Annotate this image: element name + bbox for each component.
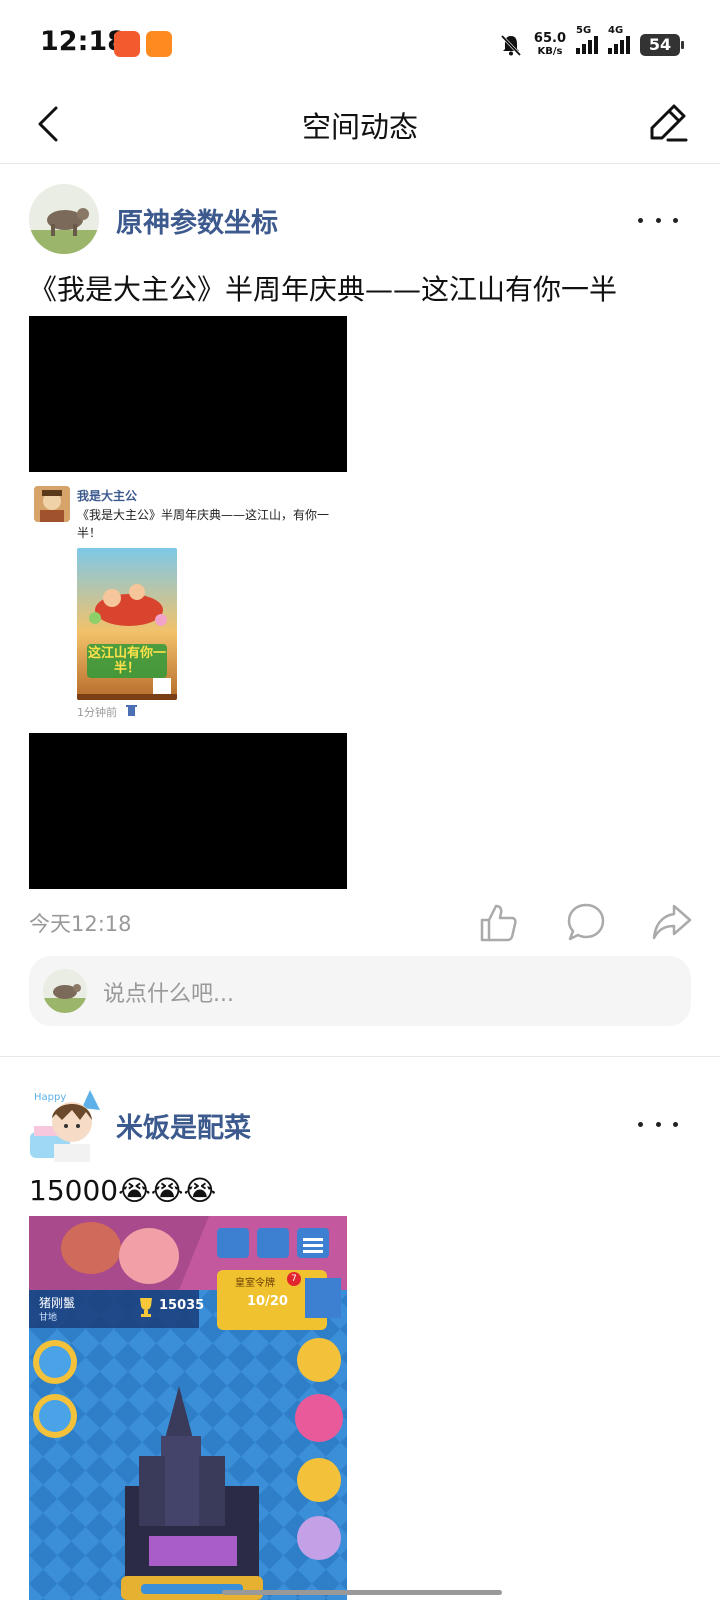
pencil-icon: [650, 104, 688, 142]
post-image-redacted[interactable]: [29, 733, 347, 889]
share-button[interactable]: [650, 900, 694, 944]
post-meta-row: 今天12:18: [0, 900, 720, 946]
comment-button[interactable]: [564, 900, 608, 944]
signal-4g-icon: 4G: [608, 25, 630, 54]
battery-indicator: 54: [640, 34, 684, 56]
network-speed: 65.0 KB/s: [533, 31, 566, 57]
post-divider: [0, 1056, 720, 1057]
dot-icon: [638, 217, 643, 223]
avatar[interactable]: Happy: [24, 1086, 110, 1162]
more-options-button[interactable]: [638, 210, 678, 230]
notification-badge: 7: [287, 1272, 301, 1286]
post-timestamp: 今天12:18: [29, 912, 132, 936]
embed-timestamp: 1分钟前: [77, 706, 117, 719]
trophy-icon: [135, 1296, 157, 1318]
edit-post-button[interactable]: [646, 100, 690, 144]
dot-icon: [673, 217, 678, 223]
notification-app-icon: [114, 31, 140, 57]
more-options-button[interactable]: [638, 1114, 678, 1134]
post-username[interactable]: 原神参数坐标: [116, 201, 278, 240]
embed-avatar: [34, 486, 70, 522]
status-bar: 12:18 65.0 KB/s 5G 4G 54: [0, 0, 720, 88]
embed-poster-title: 这江山有你一半！: [87, 646, 166, 676]
top-nav-bar: 空间动态: [0, 88, 720, 164]
signal-5g-icon: 5G: [576, 25, 598, 54]
post-text: 《我是大主公》半周年庆典——这江山有你一半: [29, 273, 618, 306]
trophy-count: 15035: [159, 1298, 205, 1313]
thumbs-up-icon: [480, 904, 517, 942]
post-image-game-screenshot[interactable]: 猪刚鬣 甘地 15035 皇室令牌 10/20 7: [29, 1216, 347, 1600]
dot-icon: [673, 1121, 678, 1127]
like-button[interactable]: [476, 900, 520, 944]
comment-bubble-icon: [567, 903, 605, 941]
trash-icon: [126, 704, 137, 719]
mute-bell-icon: [500, 34, 522, 57]
royal-token-progress: 10/20: [247, 1294, 288, 1309]
royal-token-label: 皇室令牌: [235, 1278, 275, 1289]
avatar[interactable]: [29, 184, 99, 254]
dot-icon: [655, 217, 661, 223]
player-subtitle: 甘地: [39, 1313, 58, 1323]
dot-icon: [638, 1121, 643, 1127]
embed-poster-image: 这江山有你一半！: [77, 548, 177, 700]
post-image-screenshot[interactable]: 我是大主公 《我是大主公》半周年庆典——这江山，有你一半！ 这江山有你一半！ 1…: [29, 478, 347, 719]
comment-placeholder: 说点什么吧...: [103, 982, 234, 1007]
player-name: 猪刚鬣: [39, 1296, 76, 1310]
post-text: 15000😭😭😭: [29, 1174, 217, 1207]
notification-app-icon: [146, 31, 172, 57]
post-username[interactable]: 米饭是配菜: [116, 1106, 251, 1145]
home-indicator: [222, 1590, 502, 1595]
dot-icon: [655, 1121, 661, 1127]
post-image-redacted[interactable]: [29, 316, 347, 472]
embed-text: 《我是大主公》半周年庆典——这江山，有你一半！: [77, 508, 330, 540]
share-arrow-icon: [652, 904, 692, 940]
embed-username: 我是大主公: [77, 489, 138, 503]
page-title: 空间动态: [301, 110, 418, 144]
avatar: [43, 969, 87, 1013]
svg-text:Happy: Happy: [34, 1092, 66, 1103]
comment-input[interactable]: 说点什么吧...: [29, 956, 691, 1026]
